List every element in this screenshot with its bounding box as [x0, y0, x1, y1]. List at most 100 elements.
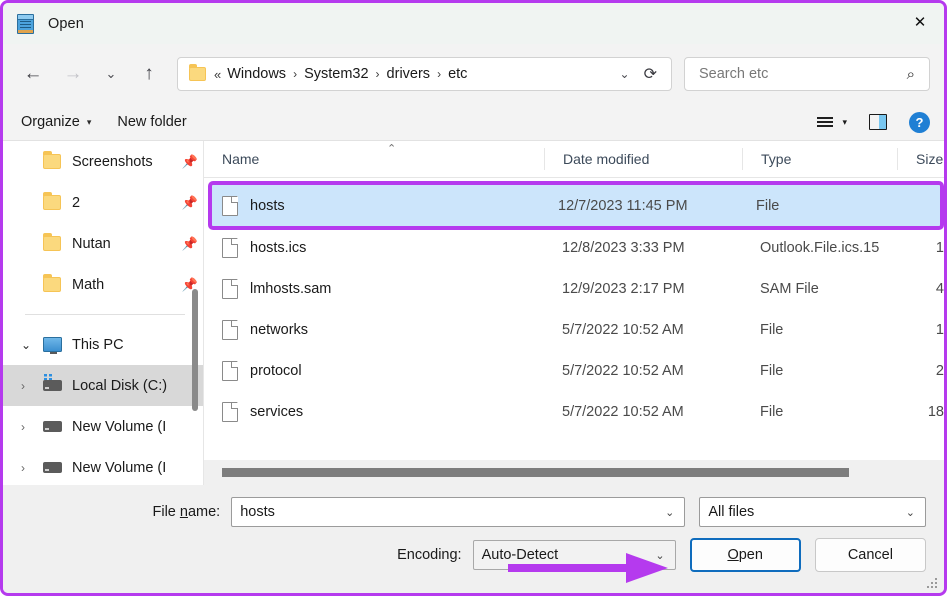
pin-icon[interactable]: 📌 [177, 195, 203, 211]
cancel-button[interactable]: Cancel [814, 538, 926, 572]
file-icon [222, 278, 238, 299]
file-name-row: File name: hosts ⌄ All files ⌄ [21, 497, 926, 527]
chevron-down-icon[interactable]: ⌄ [606, 67, 644, 81]
file-name-value: hosts [240, 504, 275, 520]
column-header-date-modified[interactable]: Date modified [544, 148, 742, 170]
view-options-icon[interactable] [817, 117, 834, 127]
navigation-pane: Screenshots 📌 2 📌 Nutan 📌 Math 📌 ⌄ This … [3, 141, 203, 485]
window-title: Open [48, 15, 84, 32]
file-list-pane: ⌃ Name Date modified Type Size hosts 12/… [204, 141, 944, 485]
file-type: SAM File [760, 280, 819, 297]
breadcrumb-item-drivers[interactable]: drivers [387, 66, 431, 82]
breadcrumb-item-windows[interactable]: Windows [227, 66, 286, 82]
breadcrumb[interactable]: « Windows › System32 › drivers › etc ⌄ ⟳ [177, 57, 672, 91]
close-icon[interactable]: ✕ [896, 3, 944, 41]
file-type: File [760, 403, 784, 420]
table-row[interactable]: networks 5/7/2022 10:52 AM File 1 [204, 309, 944, 350]
pin-icon[interactable]: 📌 [177, 236, 203, 252]
sidebar-item-label: Math [72, 276, 105, 293]
horizontal-scrollbar-thumb[interactable] [222, 468, 849, 477]
open-label-post: pen [738, 547, 763, 563]
chevron-right-icon: › [437, 67, 442, 81]
resize-grip[interactable] [927, 578, 938, 589]
up-button[interactable]: ↑ [129, 55, 169, 93]
sidebar-item-math[interactable]: Math 📌 [3, 264, 203, 305]
open-button[interactable]: Open [689, 538, 801, 572]
sidebar-item-label: 2 [72, 194, 81, 211]
folder-icon [43, 233, 61, 251]
file-icon [222, 195, 238, 216]
file-type: File [756, 197, 780, 214]
new-folder-button[interactable]: New folder [117, 114, 186, 130]
new-folder-label: New folder [117, 114, 187, 130]
file-name: hosts.ics [250, 239, 307, 256]
open-label-accesskey: O [727, 547, 739, 563]
table-row[interactable]: hosts 12/7/2023 11:45 PM File [208, 181, 944, 230]
folder-icon [43, 151, 61, 169]
column-header-name[interactable]: Name [204, 148, 544, 170]
preview-pane-icon[interactable] [869, 114, 887, 130]
sidebar-item-this-pc[interactable]: ⌄ This PC [3, 324, 203, 365]
chevron-down-icon[interactable]: ⌄ [896, 506, 925, 519]
refresh-icon[interactable]: ⟳ [644, 64, 671, 84]
help-icon[interactable]: ? [909, 111, 930, 133]
encoding-select[interactable]: Auto-Detect ⌄ [472, 540, 676, 570]
open-file-dialog: Open ✕ ← → ⌄ ↑ « Windows › System32 › dr… [0, 0, 947, 596]
chevron-right-icon[interactable]: › [21, 379, 43, 393]
system-drive-icon [43, 374, 62, 391]
sidebar-item-new-volume-2[interactable]: › New Volume (I [3, 447, 203, 485]
sidebar-item-label: New Volume (I [72, 418, 167, 435]
chevron-down-icon[interactable]: ⌄ [645, 549, 674, 562]
column-headers: ⌃ Name Date modified Type Size [204, 141, 944, 178]
horizontal-scrollbar[interactable] [204, 459, 944, 485]
command-bar: Organize ▾ New folder ▾ ? [3, 104, 944, 141]
sidebar-item-2[interactable]: 2 📌 [3, 182, 203, 223]
file-date-modified: 12/8/2023 3:33 PM [562, 239, 685, 256]
column-header-size[interactable]: Size [897, 148, 944, 170]
file-name: hosts [250, 197, 285, 214]
back-button[interactable]: ← [13, 55, 53, 93]
sidebar-item-screenshots[interactable]: Screenshots 📌 [3, 141, 203, 182]
table-row[interactable]: hosts.ics 12/8/2023 3:33 PM Outlook.File… [204, 227, 944, 268]
breadcrumb-item-system32[interactable]: System32 [304, 66, 368, 82]
search-input[interactable]: Search etc ⌕ [684, 57, 930, 91]
file-icon [222, 401, 238, 422]
table-row[interactable]: protocol 5/7/2022 10:52 AM File 2 [204, 350, 944, 391]
file-icon [222, 319, 238, 340]
pin-icon[interactable]: 📌 [177, 277, 203, 293]
table-row[interactable]: services 5/7/2022 10:52 AM File 18 [204, 391, 944, 432]
chevron-right-icon[interactable]: › [21, 420, 43, 434]
sidebar-item-nutan[interactable]: Nutan 📌 [3, 223, 203, 264]
forward-button[interactable]: → [53, 55, 93, 93]
sidebar-item-local-disk-c[interactable]: › Local Disk (C:) [3, 365, 203, 406]
sidebar-item-label: Nutan [72, 235, 111, 252]
sidebar-scrollbar-thumb[interactable] [192, 289, 198, 411]
column-header-type[interactable]: Type [742, 148, 897, 170]
file-name-input[interactable]: hosts ⌄ [231, 497, 686, 527]
encoding-label: Encoding: [397, 547, 462, 563]
chevron-down-icon[interactable]: ⌄ [21, 338, 43, 352]
pin-icon[interactable]: 📌 [177, 154, 203, 170]
table-row[interactable]: lmhosts.sam 12/9/2023 2:17 PM SAM File 4 [204, 268, 944, 309]
file-size: 2 [935, 362, 944, 379]
sidebar-item-new-volume-1[interactable]: › New Volume (I [3, 406, 203, 447]
breadcrumb-overflow[interactable]: « [206, 67, 227, 82]
file-name-label-accesskey: n [179, 504, 188, 520]
file-type-filter-select[interactable]: All files ⌄ [699, 497, 926, 527]
file-rows: hosts 12/7/2023 11:45 PM File hosts.ics … [204, 178, 944, 459]
file-icon [222, 360, 238, 381]
recent-locations-icon[interactable]: ⌄ [93, 55, 129, 93]
search-icon: ⌕ [906, 65, 915, 83]
organize-button[interactable]: Organize ▾ [21, 114, 91, 130]
chevron-down-icon[interactable]: ▾ [842, 117, 847, 128]
file-name-label: File name: [21, 504, 231, 520]
file-date-modified: 12/9/2023 2:17 PM [562, 280, 685, 297]
chevron-right-icon: › [375, 67, 380, 81]
file-type: Outlook.File.ics.15 [760, 239, 880, 256]
chevron-right-icon[interactable]: › [21, 461, 43, 475]
breadcrumb-item-etc[interactable]: etc [448, 66, 467, 82]
file-name: services [250, 403, 304, 420]
sidebar-item-label: New Volume (I [72, 459, 167, 476]
file-date-modified: 5/7/2022 10:52 AM [562, 321, 684, 338]
chevron-down-icon[interactable]: ⌄ [655, 506, 684, 519]
